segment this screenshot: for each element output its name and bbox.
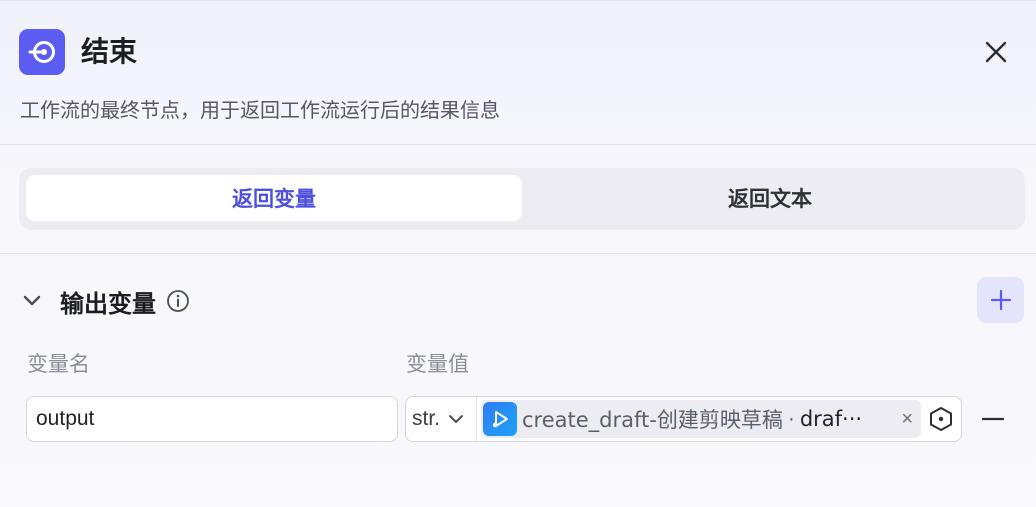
variable-picker-icon[interactable] [927,405,955,433]
section-title: 输出变量 [60,289,156,318]
mode-tabs: 返回变量 返回文本 [19,168,1025,230]
variable-value-field: str. create_draft-创建剪映草稿 · draf··· × [405,396,962,442]
end-node-panel: 结束 工作流的最终节点，用于返回工作流运行后的结果信息 返回变量 返回文本 输出… [0,0,1036,507]
reference-variable-name: draf··· [799,407,863,431]
variable-reference-tag[interactable]: create_draft-创建剪映草稿 · draf··· × [481,400,921,438]
divider [0,253,1036,254]
end-node-icon [19,29,65,75]
chevron-down-icon [448,414,464,424]
column-header-name: 变量名 [27,352,90,376]
node-title: 结束 [81,35,138,68]
plugin-icon [483,402,517,436]
close-button[interactable] [980,36,1012,68]
node-description: 工作流的最终节点，用于返回工作流运行后的结果信息 [20,98,500,122]
reference-node-name: create_draft-创建剪映草稿 [522,408,783,432]
remove-variable-button[interactable] [980,405,1006,433]
add-variable-button[interactable] [977,277,1024,323]
divider [0,144,1036,145]
close-icon [985,41,1007,63]
reference-separator: · [787,407,795,430]
type-select[interactable]: str. [406,397,477,441]
tab-return-variables[interactable]: 返回变量 [26,175,522,221]
variable-name-input[interactable] [26,396,398,442]
column-header-value: 变量值 [406,352,469,376]
tab-return-text[interactable]: 返回文本 [522,175,1018,221]
clear-reference-icon[interactable]: × [901,408,913,431]
type-select-value: str. [412,407,441,430]
info-icon[interactable] [166,289,190,313]
chevron-down-icon[interactable] [22,291,42,311]
minus-icon [982,417,1004,421]
output-section-header: 输出变量 [22,282,190,320]
plus-icon [990,289,1011,311]
